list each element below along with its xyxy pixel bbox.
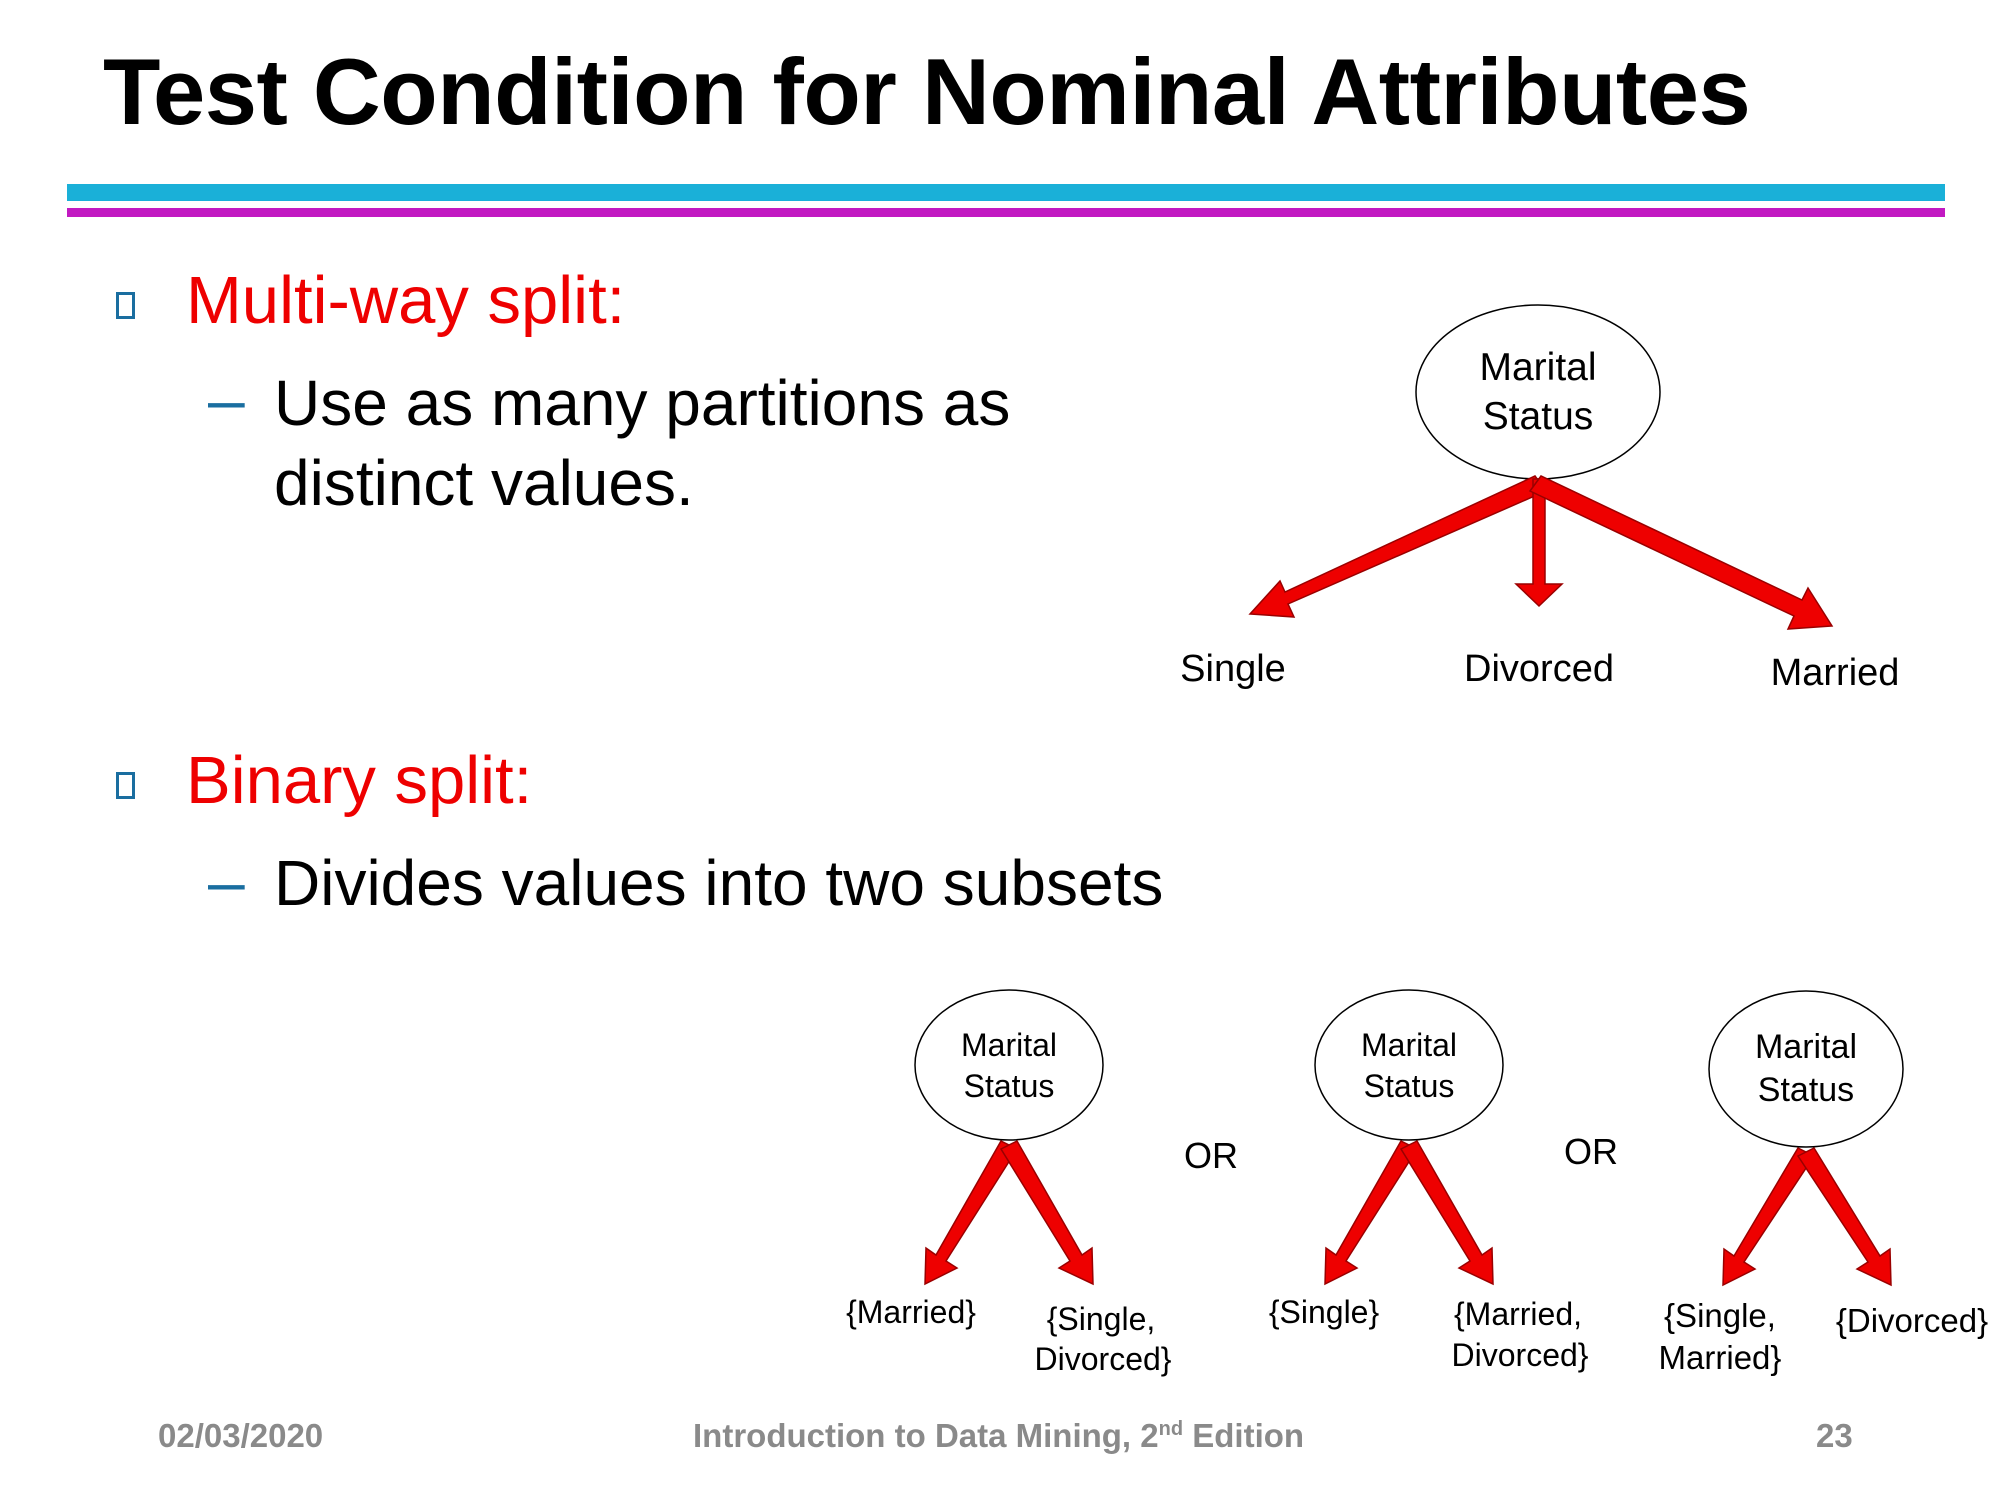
node-label-line1: Marital: [961, 1027, 1057, 1063]
subset-label: {Married}: [846, 1294, 976, 1330]
multiway-tree: Marital Status Single Divorced Married: [1180, 304, 1900, 694]
footer-date: 02/03/2020: [158, 1417, 324, 1454]
node-label-line1: Marital: [1755, 1028, 1857, 1066]
or-separator: OR: [1184, 1135, 1238, 1176]
subset-label: {Married,: [1454, 1296, 1582, 1332]
binary-tree-1: Marital Status {Married} {Single, Divorc…: [846, 989, 1172, 1377]
branch-arrow: [1399, 1140, 1494, 1286]
subset-label: Divorced}: [1035, 1341, 1172, 1377]
node-label-line1: Marital: [1479, 346, 1596, 389]
branch-label: Single: [1180, 648, 1286, 690]
subset-label: Divorced}: [1452, 1337, 1589, 1373]
split-diagrams: Marital Status Single Divorced Married M…: [846, 304, 1988, 1377]
subset-label: {Divorced}: [1836, 1302, 1988, 1339]
branch-arrow: [924, 1140, 1019, 1286]
subset-label: {Single}: [1269, 1294, 1380, 1330]
binary-tree-3: Marital Status {Single, Married} {Divorc…: [1659, 990, 1988, 1376]
footer-book-sup: nd: [1158, 1418, 1184, 1440]
node-label-line2: Status: [1483, 395, 1594, 438]
node-label-line2: Status: [1364, 1068, 1455, 1104]
tree-node: [1314, 989, 1504, 1141]
branch-arrow: [1722, 1147, 1816, 1287]
or-separator: OR: [1564, 1131, 1618, 1172]
subset-label: {Single,: [1047, 1301, 1156, 1337]
node-label-line1: Marital: [1361, 1027, 1457, 1063]
subset-label: Married}: [1659, 1339, 1782, 1376]
tree-node: [1415, 304, 1661, 480]
footer-book-main: Introduction to Data Mining, 2: [693, 1417, 1159, 1454]
footer-page-number: 23: [1816, 1417, 1853, 1454]
branch-label: Married: [1771, 652, 1900, 694]
node-label-line2: Status: [964, 1068, 1055, 1104]
branch-arrow: [1528, 475, 1834, 630]
tree-node: [914, 989, 1104, 1141]
subset-label: {Single,: [1664, 1297, 1776, 1334]
node-label-line2: Status: [1758, 1071, 1854, 1109]
binary-tree-2: Marital Status {Single} {Married, Divorc…: [1269, 989, 1589, 1373]
footer-book-title: Introduction to Data Mining, 2nd Edition: [693, 1417, 1304, 1455]
branch-arrow: [1796, 1147, 1892, 1287]
branch-arrow: [1248, 475, 1548, 618]
branch-arrow: [1324, 1140, 1419, 1286]
branch-label: Divorced: [1464, 648, 1614, 690]
tree-node: [1708, 990, 1904, 1148]
branch-arrow: [999, 1140, 1094, 1286]
footer-book-tail: Edition: [1183, 1417, 1305, 1454]
